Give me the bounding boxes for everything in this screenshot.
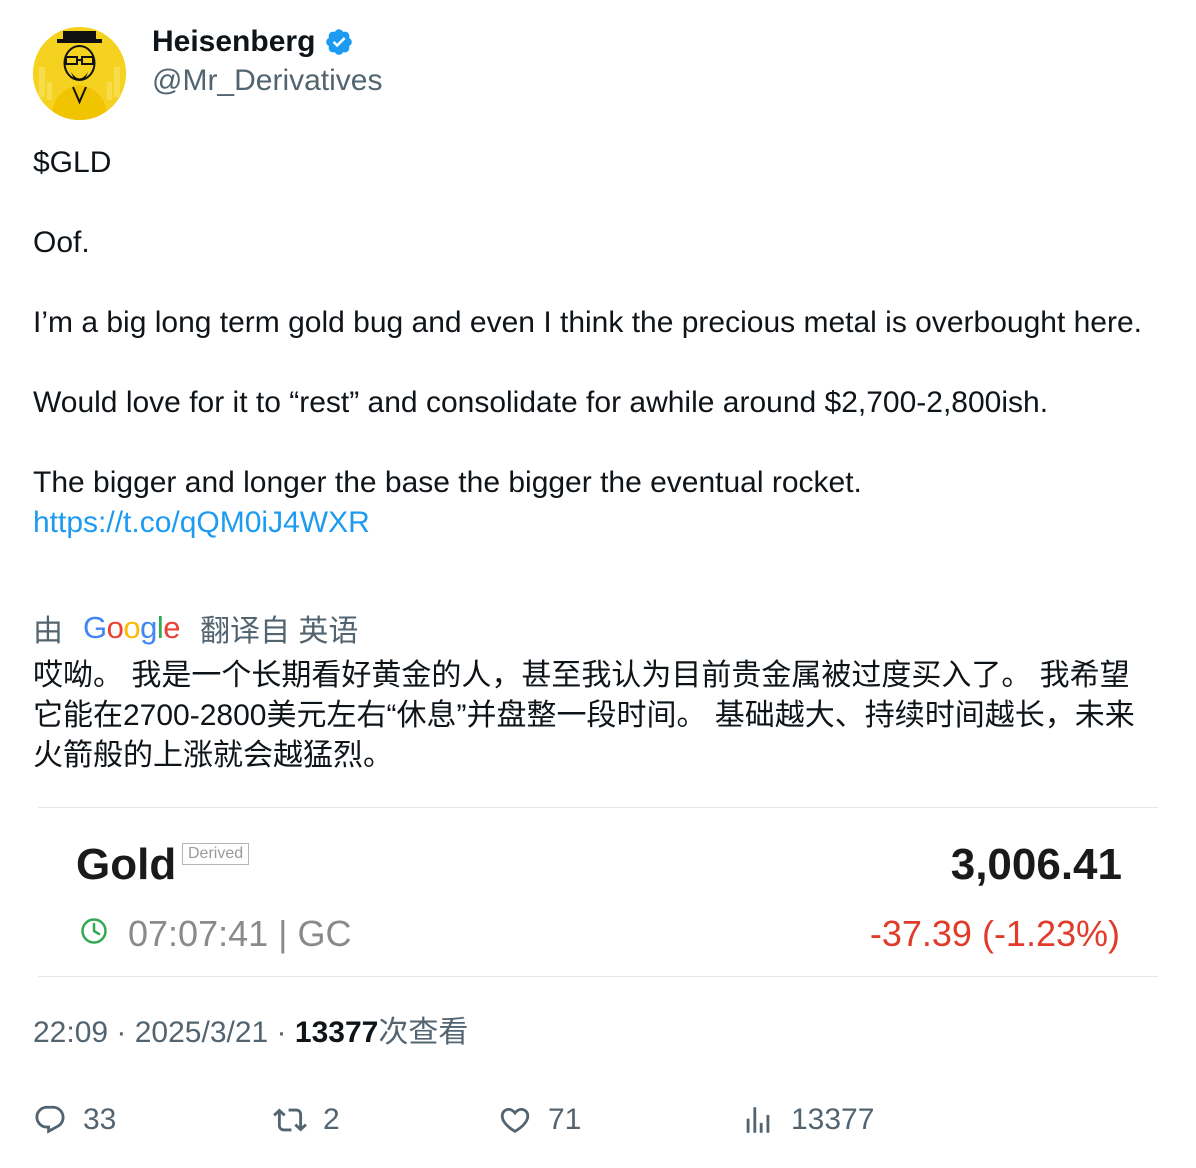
tweet-line-ticker: $GLD — [33, 146, 112, 179]
view-count: 13377 — [791, 1103, 875, 1136]
retweet-button[interactable]: 2 — [273, 1100, 340, 1140]
price-change: -37.39 (-1.23%) — [869, 913, 1120, 954]
post-time[interactable]: 22:09 — [33, 1016, 108, 1049]
views-button[interactable]: 13377 — [741, 1100, 874, 1140]
analytics-icon — [746, 1107, 770, 1133]
verified-badge-icon — [326, 29, 353, 55]
translation-attribution[interactable]: 由 Google 翻译自 英语 — [33, 607, 358, 649]
gold-quote-image[interactable]: Gold Derived 3,006.41 07:07:41 | GC -37.… — [38, 807, 1158, 977]
post-date[interactable]: 2025/3/21 — [135, 1016, 268, 1049]
translated-from-label: 翻译自 英语 — [200, 615, 359, 648]
views-label: 次查看 — [378, 1016, 469, 1049]
translated-by-label: 由 — [33, 615, 63, 648]
author-handle[interactable]: @Mr_Derivatives — [152, 63, 383, 99]
like-button[interactable]: 71 — [498, 1100, 581, 1140]
like-count: 71 — [548, 1103, 582, 1136]
instrument-price: 3,006.41 — [950, 840, 1122, 889]
derived-badge: Derived — [182, 843, 250, 865]
tweet-meta: 22:09 · 2025/3/21 · 13377次查看 — [33, 1016, 469, 1049]
quote-symbol: | GC — [278, 913, 352, 954]
quote-time: 07:07:41 | GC — [128, 913, 352, 954]
heisenberg-portrait-icon — [33, 27, 126, 120]
tweet-line-goldbug: I’m a big long term gold bug and even I … — [33, 306, 1142, 339]
reply-button[interactable]: 33 — [33, 1100, 116, 1140]
reply-count: 33 — [83, 1103, 117, 1136]
google-logo: Google — [83, 610, 181, 645]
instrument-name: Gold — [76, 840, 177, 889]
tweet-line-rocket: The bigger and longer the base the bigge… — [33, 466, 862, 499]
avatar[interactable] — [33, 27, 126, 120]
views-count: 13377 — [294, 1016, 379, 1049]
heart-icon — [500, 1107, 530, 1133]
tweet-body: $GLD Oof. I’m a big long term gold bug a… — [33, 143, 1163, 543]
clock-icon — [81, 918, 107, 944]
retweet-count: 2 — [323, 1103, 340, 1136]
display-name[interactable]: Heisenberg — [152, 24, 315, 60]
author-name-row[interactable]: Heisenberg — [152, 24, 354, 60]
tweet-link[interactable]: https://t.co/qQM0iJ4WXR — [33, 506, 370, 539]
tweet-line-consolidate: Would love for it to “rest” and consolid… — [33, 386, 1049, 419]
retweet-icon — [273, 1108, 307, 1132]
reply-icon — [35, 1105, 65, 1134]
tweet-line-oof: Oof. — [33, 226, 90, 259]
translated-text: 哎呦。 我是一个长期看好黄金的人，甚至我认为目前贵金属被过度买入了。 我希望它能… — [33, 659, 1135, 772]
